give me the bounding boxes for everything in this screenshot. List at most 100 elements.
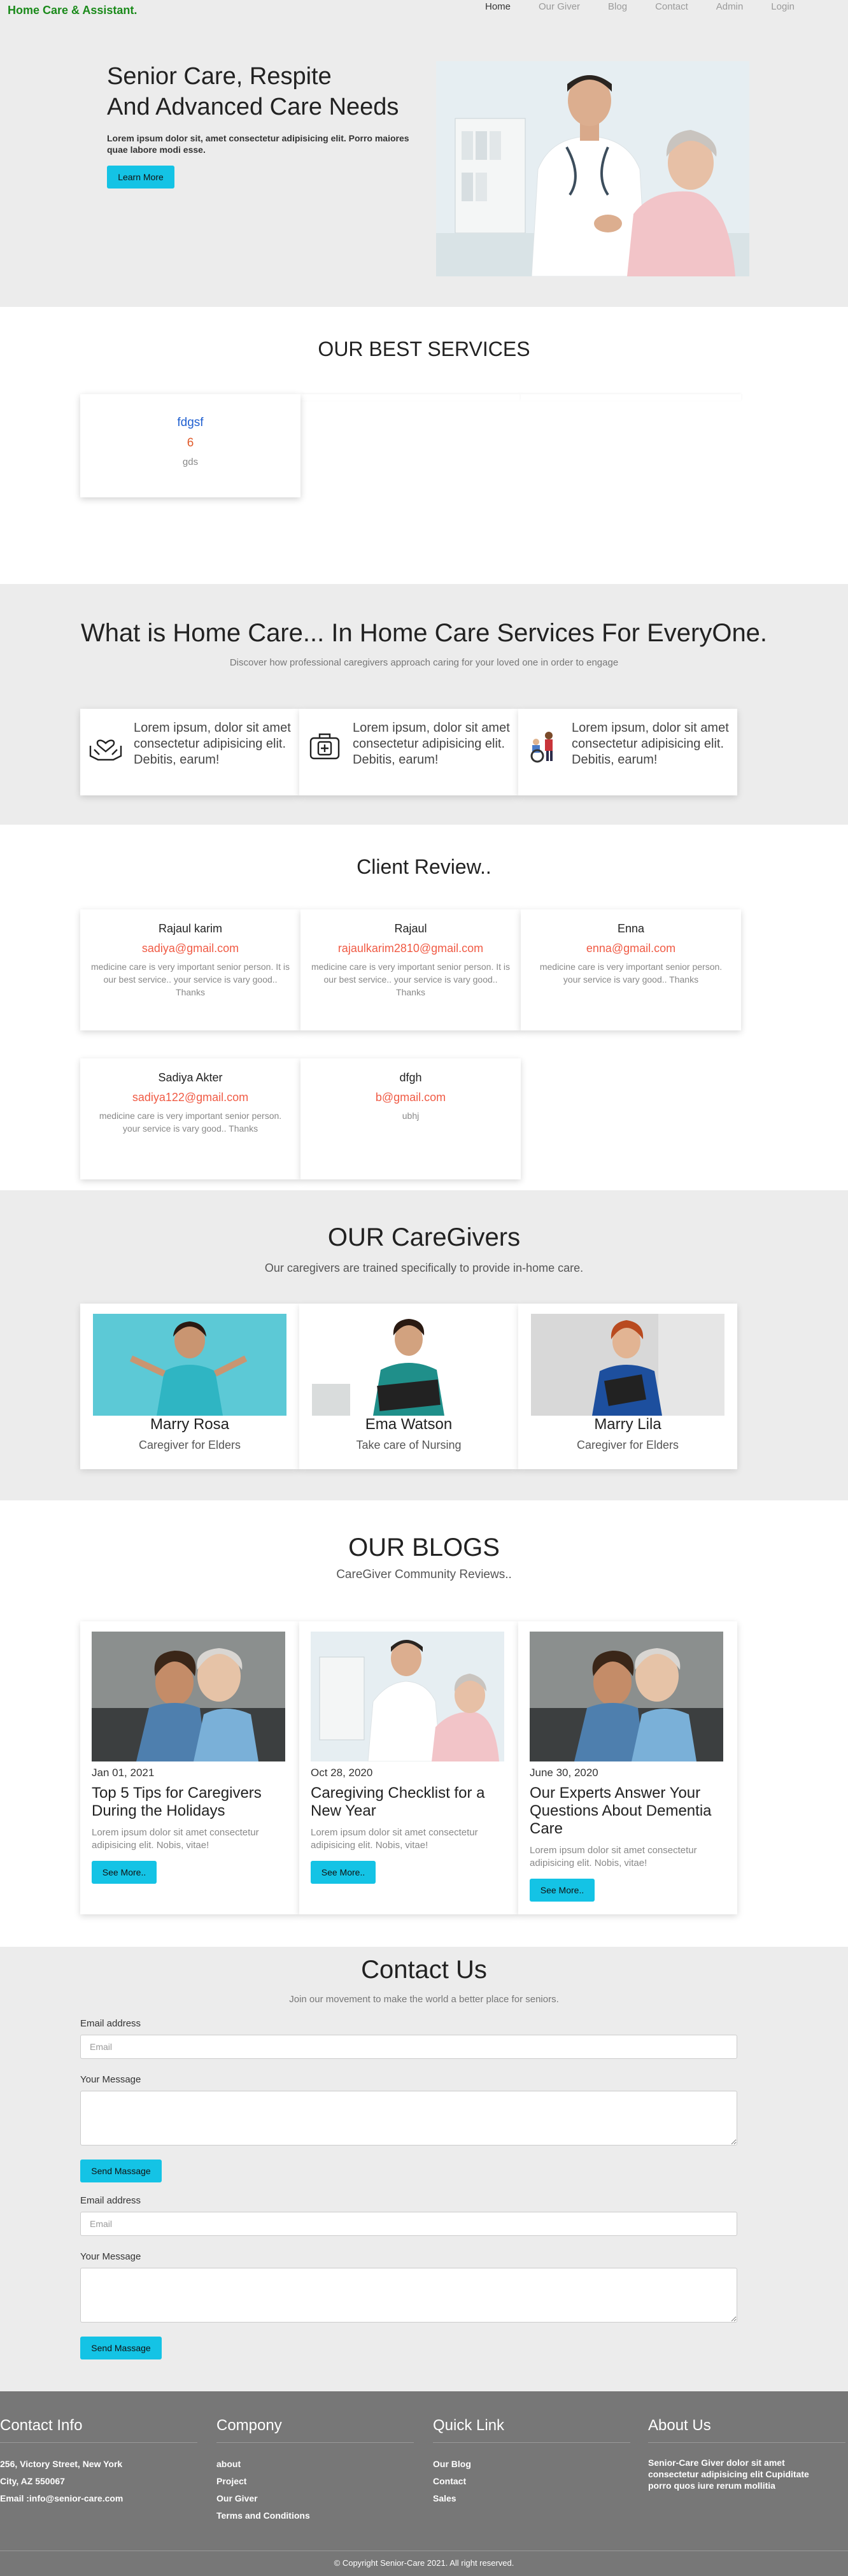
review-text: medicine care is very important senior p… [99, 1111, 282, 1134]
review-text: medicine care is very important senior p… [311, 962, 510, 997]
nav-link-blog[interactable]: Blog [608, 1, 627, 12]
caregiver-photo [312, 1314, 505, 1416]
footer-link-terms[interactable]: Terms and Conditions [216, 2507, 407, 2524]
review-email: b@gmail.com [375, 1091, 446, 1104]
blog-image [530, 1632, 723, 1761]
contact-section: Contact Us Join our movement to make the… [0, 1947, 848, 2391]
footer-address-line: 256, Victory Street, New York [0, 2459, 123, 2469]
review-name: dfgh [399, 1071, 422, 1084]
feature-card: Lorem ipsum, dolor sit amet consectetur … [299, 709, 518, 795]
footer-contact-info: Contact Info 256, Victory Street, New Yo… [0, 2417, 197, 2507]
send-message-button[interactable]: Send Massage [80, 2160, 162, 2182]
review-email: sadiya122@gmail.com [132, 1091, 249, 1104]
service-card-placeholder [521, 394, 741, 401]
blog-date: Oct 28, 2020 [311, 1767, 373, 1779]
blog-date: June 30, 2020 [530, 1767, 598, 1779]
nav-link-contact[interactable]: Contact [655, 1, 688, 12]
blog-excerpt: Lorem ipsum dolor sit amet consectetur a… [530, 1845, 697, 1868]
review-card: Enna enna@gmail.com medicine care is ver… [521, 909, 741, 1030]
reviews-title: Client Review.. [357, 855, 491, 878]
nav-link-home[interactable]: Home [485, 1, 511, 12]
blog-image [92, 1632, 285, 1761]
footer-link-our-giver[interactable]: Our Giver [216, 2490, 407, 2507]
top-nav: Home Care & Assistant. Home Our Giver Bl… [0, 0, 848, 20]
service-card[interactable]: fdgsf 6 gds [80, 394, 300, 497]
email-label: Email address [80, 2195, 141, 2206]
caregiver-role: Take care of Nursing [356, 1439, 462, 1451]
see-more-button[interactable]: See More.. [530, 1879, 595, 1902]
footer-link-contact[interactable]: Contact [433, 2473, 624, 2490]
message-field[interactable] [80, 2268, 737, 2323]
caregivers-title: OUR CareGivers [327, 1223, 521, 1251]
review-name: Rajaul [394, 922, 427, 935]
footer-link-project[interactable]: Project [216, 2473, 407, 2490]
services-title: OUR BEST SERVICES [318, 338, 530, 360]
review-email: sadiya@gmail.com [141, 942, 239, 955]
blog-date: Jan 01, 2021 [92, 1767, 155, 1779]
review-name: Sadiya Akter [158, 1071, 223, 1084]
email-field[interactable] [80, 2212, 737, 2236]
services-section: OUR BEST SERVICES fdgsf 6 gds [0, 307, 848, 587]
blogs-subtitle: CareGiver Community Reviews.. [336, 1568, 512, 1581]
blog-card: June 30, 2020 Our Experts Answer Your Qu… [518, 1621, 737, 1914]
caregiver-card: Marry Rosa Caregiver for Elders [80, 1304, 299, 1469]
blog-title[interactable]: Our Experts Answer Your Questions About … [530, 1784, 727, 1838]
message-label: Your Message [80, 2251, 141, 2262]
what-is-title: What is Home Care... In Home Care Servic… [80, 619, 768, 647]
caregiver-card: Marry Lila Caregiver for Elders [518, 1304, 737, 1469]
caregivers-subtitle: Our caregivers are trained specifically … [264, 1262, 584, 1274]
blog-title[interactable]: Top 5 Tips for Caregivers During the Hol… [92, 1784, 289, 1820]
see-more-button[interactable]: See More.. [311, 1861, 376, 1884]
nav-link-admin[interactable]: Admin [716, 1, 744, 12]
review-card: Rajaul karim sadiya@gmail.com medicine c… [80, 909, 300, 1030]
heart-hands-icon [88, 728, 124, 764]
review-card: Sadiya Akter sadiya122@gmail.com medicin… [80, 1058, 300, 1179]
blog-excerpt: Lorem ipsum dolor sit amet consectetur a… [311, 1827, 478, 1851]
message-label: Your Message [80, 2074, 141, 2085]
footer-email: Email :info@senior-care.com [0, 2493, 124, 2503]
review-card: Rajaul rajaulkarim2810@gmail.com medicin… [300, 909, 521, 1030]
nav-link-our-giver[interactable]: Our Giver [539, 1, 580, 12]
review-card: dfgh b@gmail.com ubhj [300, 1058, 521, 1179]
footer-link-about[interactable]: about [216, 2456, 407, 2473]
footer-about-title: About Us [648, 2417, 845, 2443]
send-message-button[interactable]: Send Massage [80, 2337, 162, 2359]
hero-title: Senior Care, Respite And Advanced Care N… [107, 63, 399, 120]
learn-more-button[interactable]: Learn More [107, 166, 174, 189]
hero-text: Lorem ipsum dolor sit, amet consectetur … [107, 133, 409, 155]
footer-link-our-blog[interactable]: Our Blog [433, 2456, 624, 2473]
email-field[interactable] [80, 2035, 737, 2059]
caregiver-card: Ema Watson Take care of Nursing [299, 1304, 518, 1469]
what-is-subtitle: Discover how professional caregivers app… [229, 657, 619, 668]
feature-card: Lorem ipsum, dolor sit amet consectetur … [518, 709, 737, 795]
service-desc: gds [182, 457, 199, 467]
nav-link-login[interactable]: Login [771, 1, 795, 12]
what-is-home-care-section: What is Home Care... In Home Care Servic… [0, 587, 848, 825]
footer-company: Compony about Project Our Giver Terms an… [216, 2417, 414, 2524]
contact-subtitle: Join our movement to make the world a be… [289, 1994, 559, 2005]
feature-text: Lorem ipsum, dolor sit amet consectetur … [572, 721, 729, 767]
client-review-section: Client Review.. Rajaul karim sadiya@gmai… [0, 825, 848, 1190]
footer-about-us: About Us Senior-Care Giver dolor sit ame… [648, 2417, 845, 2491]
footer-link-sales[interactable]: Sales [433, 2490, 624, 2507]
review-text: ubhj [402, 1111, 420, 1121]
service-card-placeholder [300, 394, 521, 401]
blog-title[interactable]: Caregiving Checklist for a New Year [311, 1784, 508, 1820]
caregivers-section: OUR CareGivers Our caregivers are traine… [0, 1190, 848, 1500]
feature-text: Lorem ipsum, dolor sit amet consectetur … [353, 721, 510, 767]
footer-company-title: Compony [216, 2417, 414, 2443]
brand-logo[interactable]: Home Care & Assistant. [8, 4, 137, 17]
message-field[interactable] [80, 2091, 737, 2145]
hero-section: Senior Care, Respite And Advanced Care N… [0, 20, 848, 307]
contact-title: Contact Us [361, 1956, 487, 1984]
caregiver-name: Marry Rosa [150, 1416, 230, 1433]
caregiver-photo [93, 1314, 286, 1416]
review-email: rajaulkarim2810@gmail.com [337, 942, 484, 955]
blog-card: Oct 28, 2020 Caregiving Checklist for a … [299, 1621, 518, 1914]
wheelchair-care-icon [526, 728, 562, 764]
footer-address-line: City, AZ 550067 [0, 2476, 65, 2486]
footer-quick-link: Quick Link Our Blog Contact Sales [433, 2417, 630, 2507]
see-more-button[interactable]: See More.. [92, 1861, 157, 1884]
service-name: fdgsf [177, 416, 204, 429]
blog-card: Jan 01, 2021 Top 5 Tips for Caregivers D… [80, 1621, 299, 1914]
